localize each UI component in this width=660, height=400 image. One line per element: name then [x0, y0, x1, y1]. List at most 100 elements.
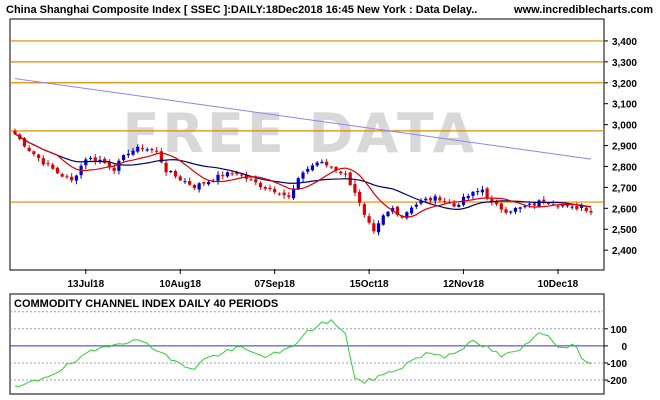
price-y-axis: 2,400 2,500 2,600 2,700 2,800 2,900 3,000 3,100…	[604, 37, 637, 257]
candle-body	[206, 181, 211, 185]
candle-body	[315, 162, 319, 166]
price-tick-label: 2,500	[612, 225, 637, 236]
candle-body	[546, 203, 551, 205]
candle-body	[353, 184, 357, 193]
date-x-axis: 13Jul18 10Aug18 07Sep18 15Oct18 12Nov18 10Dec…	[67, 269, 579, 290]
candle-body	[258, 182, 263, 188]
candle-body	[457, 204, 461, 207]
candle-body	[197, 183, 201, 190]
candle-body	[273, 188, 277, 193]
candle-body	[221, 175, 225, 177]
candle-body	[409, 207, 414, 214]
candle-body	[27, 147, 31, 152]
candle-body	[70, 176, 74, 181]
candle-body	[41, 158, 45, 165]
candle-body	[268, 187, 272, 190]
candle-body	[414, 204, 418, 207]
price-panel: FREE DATA 2,400 2,500 2,600 2,700 2,800 2,900…	[9, 18, 637, 290]
candle-body	[60, 174, 64, 177]
candle-body	[178, 176, 182, 181]
candle-body	[509, 211, 513, 213]
candle-body	[386, 211, 390, 216]
candle-body	[254, 179, 258, 183]
candle-body	[372, 223, 376, 232]
candle-body	[523, 206, 527, 208]
candle-body	[155, 150, 159, 152]
candle-body	[55, 167, 60, 174]
candle-body	[310, 165, 315, 171]
candle-body	[339, 171, 343, 174]
cci-tick-label: -100	[607, 359, 627, 370]
candle-body	[570, 206, 574, 208]
candle-body	[476, 191, 480, 193]
price-tick-label: 2,400	[612, 246, 637, 257]
candle-body	[131, 150, 135, 155]
candle-body	[32, 151, 36, 155]
price-tick-label: 3,300	[612, 58, 637, 69]
candle-body	[561, 205, 565, 207]
candle-body	[589, 211, 593, 213]
candle-body	[381, 215, 385, 225]
candle-body	[169, 171, 173, 173]
price-tick-label: 2,700	[612, 183, 637, 194]
site-url[interactable]: www.incrediblecharts.com	[513, 4, 653, 16]
chart-canvas: China Shanghai Composite Index [ SSEC ]:…	[6, 4, 653, 395]
candle-body	[499, 203, 503, 210]
candle-body	[358, 191, 362, 203]
price-tick-label: 3,000	[612, 121, 637, 132]
candle-body	[249, 179, 253, 181]
date-tick-label: 10Dec18	[538, 279, 579, 290]
candle-body	[433, 196, 437, 201]
candle-body	[367, 216, 371, 223]
candle-body	[37, 154, 41, 159]
candle-body	[343, 173, 348, 175]
date-tick-label: 12Nov18	[443, 279, 485, 290]
candle-body	[51, 164, 55, 169]
candle-body	[556, 206, 560, 208]
candle-body	[263, 186, 267, 189]
candle-body	[485, 188, 489, 199]
candle-body	[13, 130, 17, 135]
candle-body	[537, 200, 541, 207]
candle-body	[240, 174, 244, 176]
candle-body	[140, 148, 145, 150]
candle-body	[287, 195, 291, 197]
candle-body	[471, 191, 475, 196]
candle-body	[428, 197, 433, 201]
candle-body	[325, 161, 329, 166]
candle-body	[504, 209, 508, 213]
price-tick-label: 3,100	[612, 100, 637, 111]
candle-body	[466, 195, 470, 199]
candle-body	[93, 157, 97, 162]
candle-body	[584, 207, 588, 212]
date-tick-label: 15Oct18	[350, 279, 389, 290]
candle-body	[145, 149, 149, 151]
candle-body	[65, 176, 69, 178]
date-tick-label: 07Sep18	[254, 279, 295, 290]
candle-body	[150, 148, 154, 151]
candle-body	[88, 157, 93, 159]
candle-body	[216, 174, 220, 181]
candle-body	[121, 155, 126, 161]
candle-body	[306, 168, 310, 172]
candle-body	[329, 166, 333, 168]
cci-title: COMMODITY CHANNEL INDEX DAILY 40 PERIODS	[14, 298, 278, 310]
candle-body	[126, 153, 130, 156]
candle-body	[480, 189, 485, 193]
candle-body	[518, 207, 522, 209]
candle-body	[438, 197, 442, 201]
price-tick-label: 3,400	[612, 37, 637, 48]
cci-panel: COMMODITY CHANNEL INDEX DAILY 40 PERIODS…	[9, 293, 627, 395]
candle-body	[74, 175, 78, 181]
cci-y-axis: 100 0 -100 -200	[604, 325, 627, 387]
chart-header-title: China Shanghai Composite Index [ SSEC ]:…	[6, 4, 477, 16]
candle-body	[579, 206, 584, 208]
candle-body	[424, 198, 428, 201]
candle-body	[136, 146, 140, 152]
candle-body	[282, 192, 286, 196]
candle-body	[376, 223, 381, 233]
cci-tick-label: 100	[610, 325, 627, 336]
candle-body	[565, 205, 569, 207]
candle-body	[532, 203, 536, 206]
candle-body	[494, 201, 499, 205]
